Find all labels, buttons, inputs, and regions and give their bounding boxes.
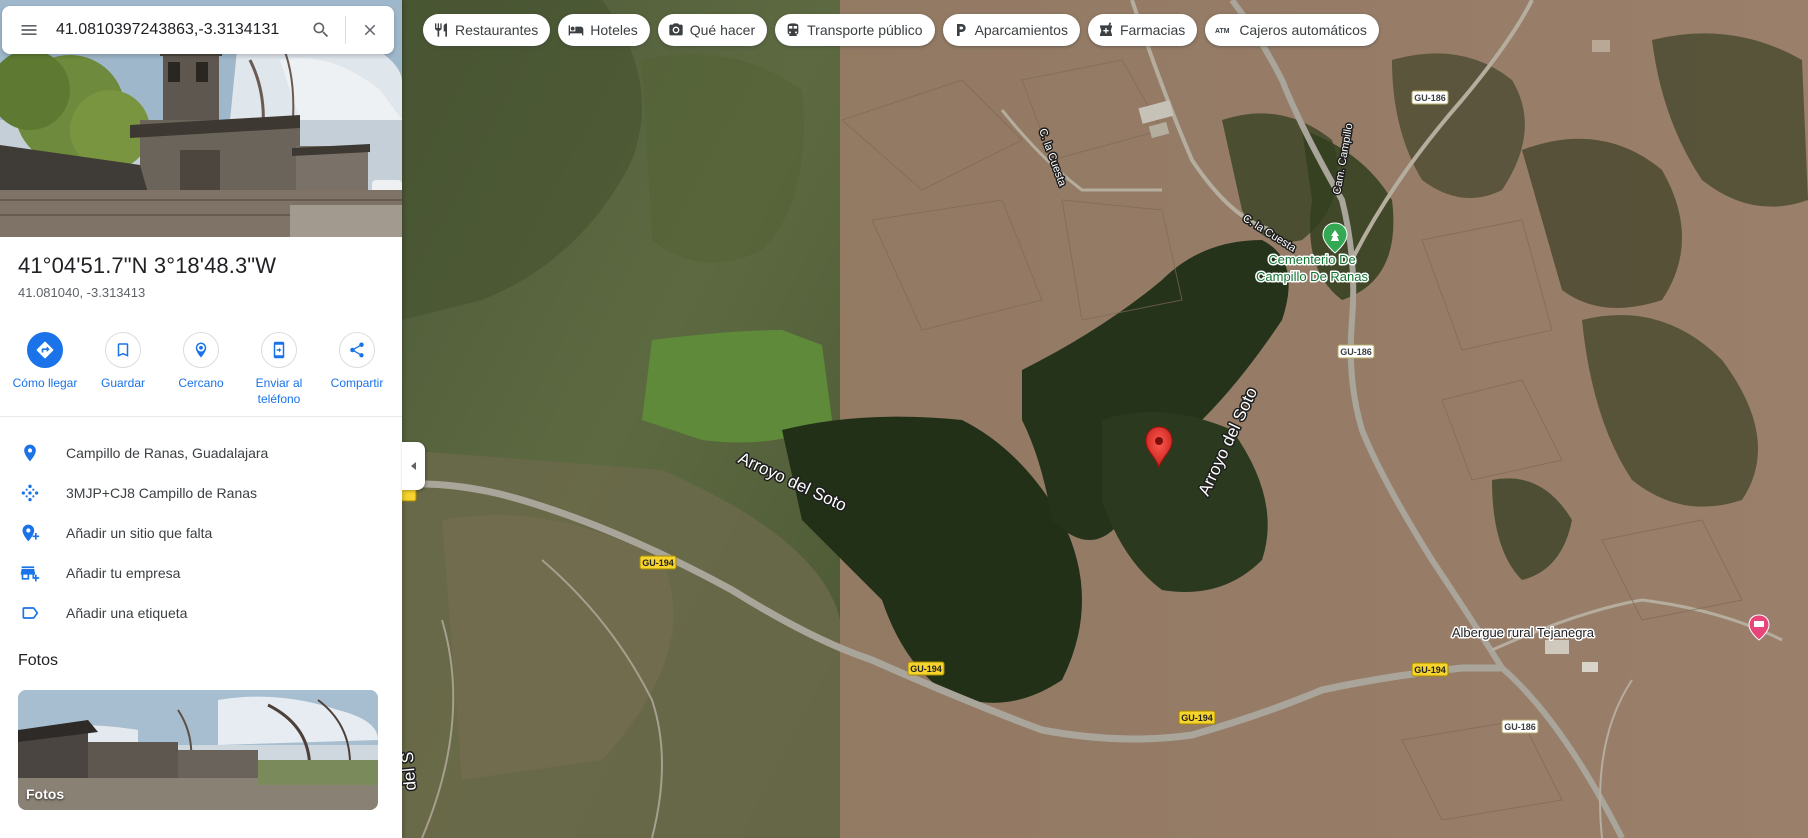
menu-button[interactable] [2, 6, 56, 54]
label-icon [22, 607, 39, 619]
action-buttons: Cómo llegar Guardar Cercano Enviar al te… [0, 332, 402, 416]
photos-card-label: Fotos [26, 786, 65, 802]
info-row-add-business[interactable]: Añadir tu empresa [0, 553, 402, 593]
chip-pharmacies[interactable]: Farmacias [1087, 14, 1198, 46]
label-cementerio-line1: Cementerio De [1268, 252, 1355, 267]
svg-text:GU-194: GU-194 [1414, 665, 1446, 675]
collapse-panel-button[interactable] [402, 442, 425, 490]
directions-icon [36, 341, 54, 359]
road-shield: GU-186 [1411, 90, 1449, 105]
svg-text:GU-194: GU-194 [642, 558, 674, 568]
close-icon [364, 24, 376, 36]
svg-text:GU-186: GU-186 [1504, 722, 1536, 732]
directions-label: Cómo llegar [12, 376, 78, 390]
chip-transit[interactable]: Transporte público [775, 14, 935, 46]
road-shield: GU-194 [907, 661, 945, 676]
search-input[interactable] [56, 6, 297, 54]
label-cementerio-line2: Campillo De Ranas [1256, 269, 1368, 284]
nearby-button[interactable]: Cercano [164, 332, 238, 416]
photos-heading: Fotos [18, 652, 59, 669]
bookmark-icon [117, 343, 129, 357]
info-row-address[interactable]: Campillo de Ranas, Guadalajara [0, 433, 402, 473]
hotel-icon [568, 25, 584, 36]
category-chips: Restaurantes Hoteles Qué hacer Transport… [423, 14, 1379, 46]
send-to-phone-icon [273, 341, 285, 359]
parking-icon [956, 24, 966, 36]
location-pin-icon [24, 444, 36, 462]
info-plus-code-text: 3MJP+CJ8 Campillo de Ranas [66, 485, 258, 501]
share-label: Compartir [330, 376, 384, 390]
restaurant-icon [435, 23, 447, 37]
close-button[interactable] [346, 6, 394, 54]
search-button[interactable] [297, 6, 345, 54]
info-add-place-text: Añadir un sitio que falta [66, 525, 213, 541]
info-row-add-label[interactable]: Añadir una etiqueta [0, 593, 402, 633]
divider [0, 416, 402, 417]
satellite-map[interactable]: Arroyo del Soto Arroyo del Soto C. la Cu… [402, 0, 1808, 838]
bed-icon [1754, 621, 1764, 627]
road-shield: GU-194 [639, 555, 677, 570]
nearby-icon [195, 342, 207, 358]
photos-card[interactable]: Fotos [18, 690, 378, 810]
road-shield: GU-186 [1337, 344, 1375, 359]
add-business-icon [20, 566, 40, 582]
share-icon [350, 342, 364, 358]
plus-code-icon [21, 484, 39, 502]
send-to-phone-button[interactable]: Enviar al teléfono [242, 332, 316, 416]
send-to-phone-label: Enviar al teléfono [255, 376, 303, 406]
svg-text:GU-194: GU-194 [1181, 713, 1213, 723]
chip-parking[interactable]: Aparcamientos [942, 14, 1080, 46]
chip-hotels[interactable]: Hoteles [558, 14, 650, 46]
svg-text:GU-194: GU-194 [910, 664, 942, 674]
info-row-add-place[interactable]: Añadir un sitio que falta [0, 513, 402, 553]
nearby-label: Cercano [178, 376, 224, 390]
road-shield: GU-194 [1178, 710, 1216, 725]
pharmacy-icon [1099, 22, 1112, 36]
svg-text:GU-186: GU-186 [1340, 347, 1372, 357]
label-albergue: Albergue rural Tejanegra [1452, 625, 1595, 640]
hamburger-menu-icon [21, 25, 37, 35]
save-button[interactable]: Guardar [86, 332, 160, 416]
directions-button[interactable]: Cómo llegar [8, 332, 82, 416]
road-shield: GU-186 [1501, 719, 1539, 734]
svg-text:ATM: ATM [1215, 28, 1230, 35]
camera-icon [669, 23, 683, 36]
info-add-label-text: Añadir una etiqueta [66, 605, 188, 621]
info-address-text: Campillo de Ranas, Guadalajara [66, 445, 269, 461]
info-row-plus-code[interactable]: 3MJP+CJ8 Campillo de Ranas [0, 473, 402, 513]
road-shield: GU-194 [1411, 662, 1449, 677]
chip-restaurants[interactable]: Restaurantes [423, 14, 551, 46]
place-coordinates: 41.081040, -3.313413 [18, 285, 146, 300]
svg-text:GU-186: GU-186 [1414, 93, 1446, 103]
caret-left-icon [410, 462, 416, 470]
place-title: 41°04'51.7"N 3°18'48.3"W [18, 253, 277, 278]
atm-icon: ATM [1215, 28, 1230, 35]
add-place-icon [22, 524, 40, 542]
search-icon [313, 22, 329, 38]
chip-atms[interactable]: ATM Cajeros automáticos [1205, 14, 1379, 46]
side-panel: 41°04'51.7"N 3°18'48.3"W 41.081040, -3.3… [0, 0, 402, 838]
share-button[interactable]: Compartir [320, 332, 394, 416]
transit-icon [787, 23, 799, 36]
chip-things-to-do[interactable]: Qué hacer [657, 14, 768, 46]
info-add-business-text: Añadir tu empresa [66, 565, 181, 581]
search-box [2, 6, 394, 54]
save-label: Guardar [100, 376, 146, 390]
